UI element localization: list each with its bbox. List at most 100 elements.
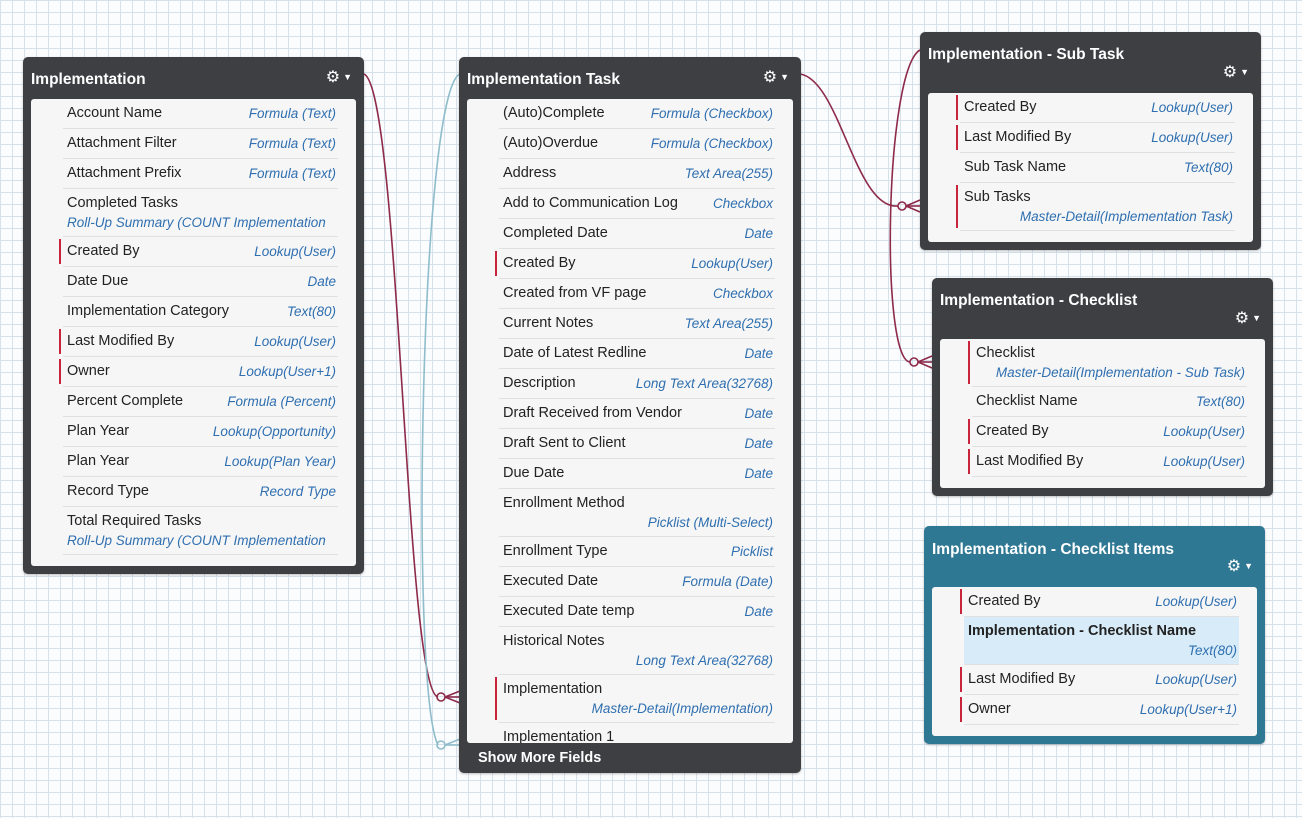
- object-header[interactable]: Implementation - Sub Task ⚙ ▼: [920, 32, 1261, 93]
- gear-menu-button[interactable]: ⚙ ▼: [1223, 62, 1249, 82]
- gear-icon: ⚙: [1234, 310, 1250, 327]
- field-name: Created from VF page: [503, 285, 647, 301]
- object-header[interactable]: Implementation - Checklist ⚙ ▼: [932, 278, 1273, 339]
- field-name: Completed Date: [503, 225, 608, 241]
- field-row[interactable]: Date Due Date: [63, 267, 338, 297]
- crowfoot-marker: [436, 690, 461, 704]
- field-type: Lookup(User): [254, 334, 336, 349]
- field-row[interactable]: Plan Year Lookup(Plan Year): [63, 447, 338, 477]
- field-row[interactable]: Created By Lookup(User): [495, 249, 775, 279]
- field-row[interactable]: Checklist Master-Detail(Implementation - …: [968, 339, 1247, 387]
- field-name: Plan Year: [67, 453, 130, 469]
- field-row[interactable]: Executed Date temp Date: [499, 597, 775, 627]
- field-type: Date: [744, 436, 773, 451]
- field-row[interactable]: Description Long Text Area(32768): [499, 369, 775, 399]
- object-card-implementation-task[interactable]: Implementation Task ⚙ ▼ (Auto)Complete For…: [459, 57, 801, 773]
- field-name: Plan Year: [67, 423, 130, 439]
- field-row[interactable]: Completed Date Date: [499, 219, 775, 249]
- field-name: Created By: [976, 423, 1049, 439]
- object-card-implementation-checklist-items[interactable]: Implementation - Checklist Items ⚙ ▼ Crea…: [924, 526, 1265, 744]
- field-type: Long Text Area(32768): [635, 653, 773, 668]
- field-row[interactable]: Date of Latest Redline Date: [499, 339, 775, 369]
- field-row[interactable]: Owner Lookup(User+1): [59, 357, 338, 387]
- field-row[interactable]: Sub Task Name Text(80): [960, 153, 1235, 183]
- field-row[interactable]: Draft Received from Vendor Date: [499, 399, 775, 429]
- field-list: Created By Lookup(User) Implementation - C…: [932, 587, 1257, 736]
- field-row[interactable]: Plan Year Lookup(Opportunity): [63, 417, 338, 447]
- field-type: Lookup(User+1): [1139, 702, 1237, 717]
- field-type: Formula (Text): [248, 166, 336, 181]
- field-name: Executed Date: [503, 573, 599, 589]
- field-row[interactable]: Owner Lookup(User+1): [960, 695, 1239, 725]
- field-type: Master-Detail(Implementation): [591, 701, 773, 716]
- field-row[interactable]: Created By Lookup(User): [59, 237, 338, 267]
- field-row[interactable]: Record Type Record Type: [63, 477, 338, 507]
- field-row[interactable]: Created By Lookup(User): [956, 93, 1235, 123]
- field-row[interactable]: Sub Tasks Master-Detail(Implementation Ta…: [956, 183, 1235, 231]
- caret-down-icon: ▼: [1240, 67, 1249, 77]
- field-row[interactable]: Account Name Formula (Text): [63, 99, 338, 129]
- gear-menu-button[interactable]: ⚙ ▼: [326, 67, 352, 87]
- field-row[interactable]: Percent Complete Formula (Percent): [63, 387, 338, 417]
- field-row[interactable]: Created By Lookup(User): [968, 417, 1247, 447]
- field-row[interactable]: (Auto)Overdue Formula (Checkbox): [499, 129, 775, 159]
- field-name: Date Due: [67, 273, 129, 289]
- field-name: Implementation Category: [67, 303, 229, 319]
- object-title: Implementation - Checklist: [940, 292, 1138, 309]
- field-row[interactable]: Add to Communication Log Checkbox: [499, 189, 775, 219]
- field-row[interactable]: Last Modified By Lookup(User): [59, 327, 338, 357]
- field-type: Lookup(Plan Year): [224, 454, 336, 469]
- field-type: Roll-Up Summary (COUNT Implementation: [67, 533, 326, 548]
- object-header[interactable]: Implementation Task ⚙ ▼: [459, 57, 801, 99]
- field-row[interactable]: Current Notes Text Area(255): [499, 309, 775, 339]
- object-card-implementation-checklist[interactable]: Implementation - Checklist ⚙ ▼ Checklist M…: [932, 278, 1273, 496]
- field-type: Text(80): [1187, 643, 1237, 658]
- gear-menu-button[interactable]: ⚙ ▼: [1227, 556, 1253, 576]
- field-type: Formula (Text): [248, 106, 336, 121]
- field-row[interactable]: Due Date Date: [499, 459, 775, 489]
- field-name: Created By: [968, 593, 1041, 609]
- field-row[interactable]: Attachment Filter Formula (Text): [63, 129, 338, 159]
- object-header[interactable]: Implementation ⚙ ▼: [23, 57, 364, 99]
- field-name: Implementation: [503, 681, 603, 697]
- field-row[interactable]: Created from VF page Checkbox: [499, 279, 775, 309]
- gear-menu-button[interactable]: ⚙ ▼: [1235, 308, 1261, 328]
- field-row[interactable]: Attachment Prefix Formula (Text): [63, 159, 338, 189]
- field-row[interactable]: (Auto)Complete Formula (Checkbox): [499, 99, 775, 129]
- object-header[interactable]: Implementation - Checklist Items ⚙ ▼: [924, 526, 1265, 587]
- show-more-fields-button[interactable]: Show More Fields: [459, 743, 801, 773]
- field-list: Account Name Formula (Text) Attachment Fil…: [31, 99, 356, 566]
- field-row[interactable]: Enrollment Type Picklist: [499, 537, 775, 567]
- field-list: Checklist Master-Detail(Implementation - …: [940, 339, 1265, 488]
- field-name: (Auto)Overdue: [503, 135, 599, 151]
- field-row[interactable]: Implementation Category Text(80): [63, 297, 338, 327]
- field-row[interactable]: Total Required Tasks Roll-Up Summary (COU…: [63, 507, 338, 555]
- field-row[interactable]: Enrollment Method Picklist (Multi-Select): [499, 489, 775, 537]
- gear-icon: ⚙: [325, 69, 341, 86]
- field-row[interactable]: Created By Lookup(User): [960, 587, 1239, 617]
- field-row[interactable]: Historical Notes Long Text Area(32768): [499, 627, 775, 675]
- field-row[interactable]: Completed Tasks Roll-Up Summary (COUNT Im…: [63, 189, 338, 237]
- field-name: Owner: [968, 701, 1011, 717]
- field-row[interactable]: Executed Date Formula (Date): [499, 567, 775, 597]
- field-type: Date: [744, 346, 773, 361]
- field-row[interactable]: Last Modified By Lookup(User): [960, 665, 1239, 695]
- field-type: Checkbox: [712, 196, 773, 211]
- field-name: Last Modified By: [968, 671, 1076, 687]
- field-row[interactable]: Last Modified By Lookup(User): [968, 447, 1247, 477]
- field-row[interactable]: Implementation Master-Detail(Implementati…: [495, 675, 775, 723]
- field-type: Lookup(User): [1151, 100, 1233, 115]
- field-row[interactable]: Draft Sent to Client Date: [499, 429, 775, 459]
- field-type: Lookup(User): [1163, 424, 1245, 439]
- field-row[interactable]: Last Modified By Lookup(User): [956, 123, 1235, 153]
- field-row[interactable]: Address Text Area(255): [499, 159, 775, 189]
- gear-menu-button[interactable]: ⚙ ▼: [763, 67, 789, 87]
- object-card-implementation[interactable]: Implementation ⚙ ▼ Account Name Formula (T…: [23, 57, 364, 574]
- object-card-implementation-sub-task[interactable]: Implementation - Sub Task ⚙ ▼ Created By L…: [920, 32, 1261, 250]
- field-row[interactable]: Implementation 1: [499, 723, 775, 743]
- field-row[interactable]: Checklist Name Text(80): [972, 387, 1247, 417]
- field-name: Due Date: [503, 465, 565, 481]
- field-name: Completed Tasks: [67, 195, 178, 211]
- field-row[interactable]: Implementation - Checklist Name Text(80): [964, 617, 1239, 665]
- master-detail-line: [799, 73, 899, 207]
